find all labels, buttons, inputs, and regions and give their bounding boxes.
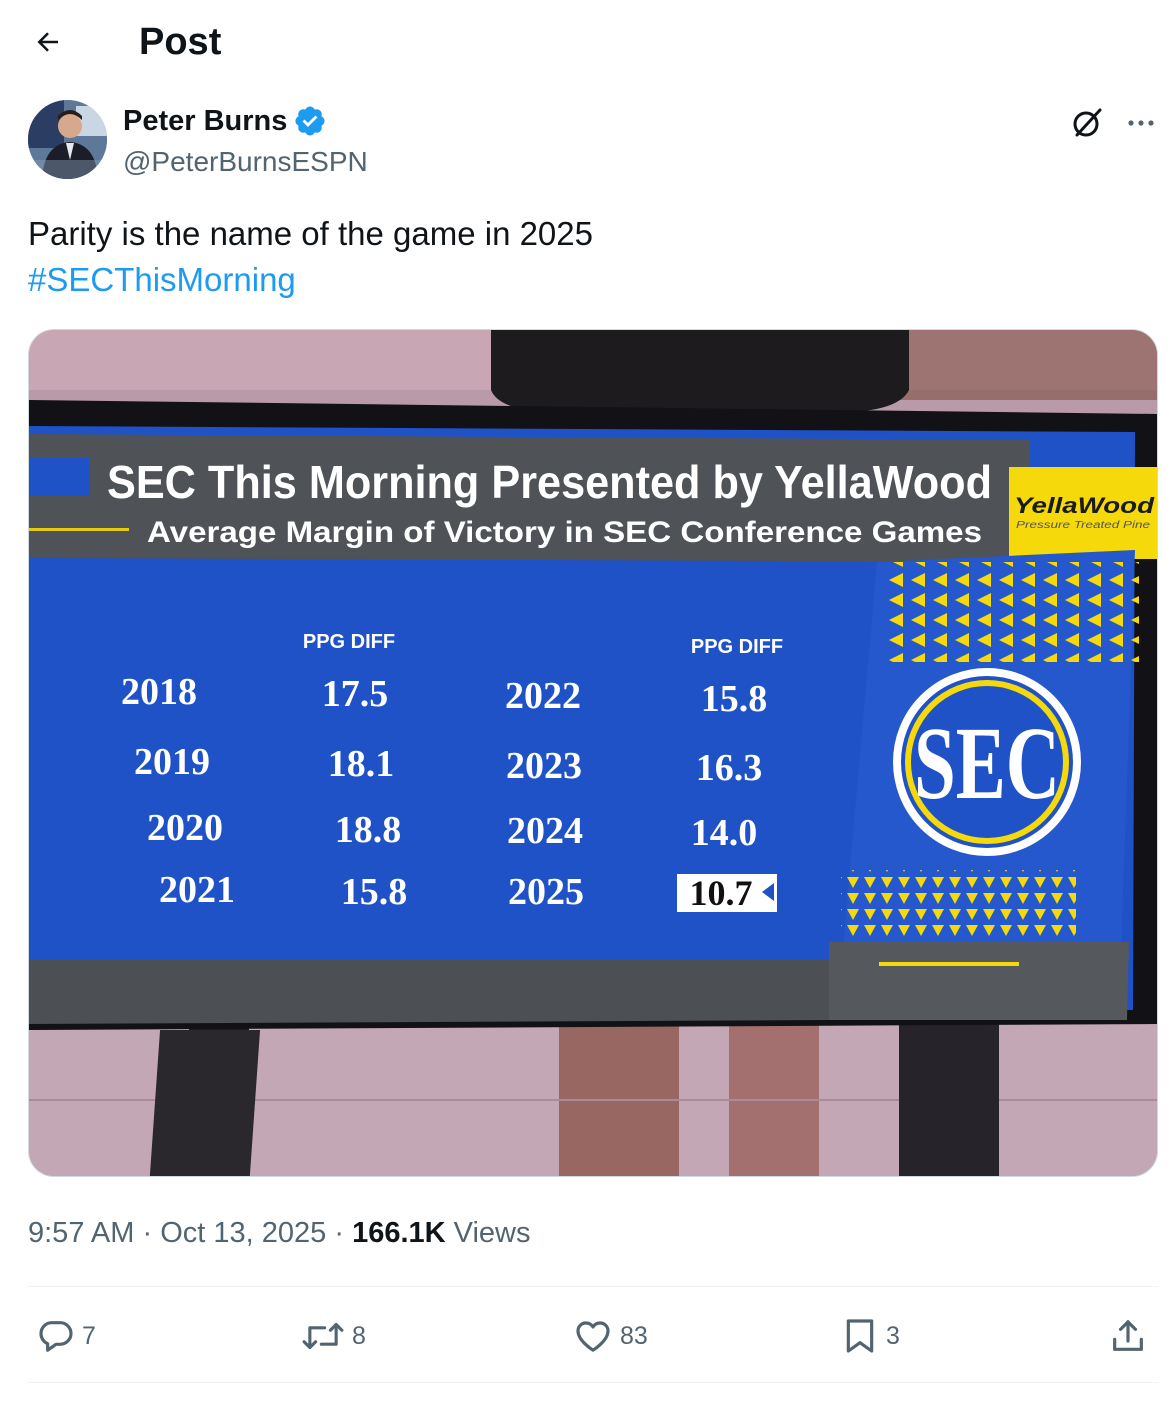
- heart-icon: [576, 1321, 610, 1352]
- reply-button[interactable]: 7: [36, 1313, 96, 1359]
- post-body: Parity is the name of the game in 2025: [28, 215, 593, 252]
- author-name[interactable]: Peter Burns: [123, 103, 327, 139]
- verified-badge-icon: [295, 106, 325, 136]
- column-header-right: PPG DIFF: [691, 636, 783, 658]
- bookmark-button[interactable]: 3: [840, 1313, 900, 1359]
- repost-button[interactable]: 8: [300, 1313, 366, 1359]
- author-name-text: Peter Burns: [123, 105, 288, 137]
- post-date[interactable]: Oct 13, 2025: [160, 1217, 326, 1249]
- year-cell: 2023: [506, 745, 582, 787]
- highlight-diff-cell: 10.7: [690, 873, 753, 913]
- diff-cell: 14.0: [691, 812, 758, 854]
- graphic-title: SEC This Morning Presented by YellaWood: [107, 456, 992, 508]
- year-cell: 2021: [159, 869, 235, 911]
- bookmark-icon: [846, 1319, 874, 1353]
- reply-count: 7: [82, 1321, 96, 1350]
- like-count: 83: [620, 1321, 648, 1350]
- share-icon: [1113, 1320, 1143, 1351]
- arrow-left-icon: [37, 32, 58, 52]
- more-horizontal-icon: [1128, 120, 1154, 126]
- views-count: 166.1K: [352, 1217, 446, 1249]
- diff-cell: 18.1: [328, 743, 395, 785]
- diff-cell: 15.8: [701, 678, 768, 720]
- repost-icon: [302, 1322, 344, 1350]
- diff-cell: 15.8: [341, 871, 408, 913]
- diff-cell: 18.8: [335, 809, 402, 851]
- graphic-subtitle: Average Margin of Victory in SEC Confere…: [147, 516, 982, 549]
- page-title: Post: [139, 21, 222, 63]
- diff-cell: 16.3: [696, 747, 763, 789]
- author-handle[interactable]: @PeterBurnsESPN: [123, 145, 368, 179]
- year-cell: 2022: [505, 675, 581, 717]
- year-cell: 2025: [508, 871, 584, 913]
- grok-icon: [1073, 108, 1102, 137]
- top-bar: Post: [0, 0, 1170, 86]
- sponsor-logo-text: YellaWood: [1014, 493, 1155, 518]
- post-text: Parity is the name of the game in 2025 #…: [28, 211, 1148, 303]
- diff-cell: 17.5: [322, 673, 389, 715]
- action-bar: 7 8 83 3: [0, 1305, 1170, 1367]
- column-header-left: PPG DIFF: [303, 631, 395, 653]
- sec-logo-text: SEC: [914, 706, 1060, 821]
- share-button[interactable]: [1108, 1313, 1148, 1359]
- year-cell: 2018: [121, 671, 197, 713]
- meta-separator: ·: [334, 1217, 344, 1249]
- divider: [28, 1286, 1158, 1287]
- post-image[interactable]: SEC This Morning Presented by YellaWood …: [28, 329, 1158, 1177]
- hashtag-link[interactable]: #SECThisMorning: [28, 257, 296, 303]
- post-meta: 9:57 AM · Oct 13, 2025 · 166.1K Views: [28, 1213, 530, 1253]
- avatar[interactable]: [28, 100, 107, 179]
- views-label: Views: [453, 1217, 531, 1249]
- sponsor-logo-tagline: Pressure Treated Pine: [1016, 520, 1151, 531]
- grok-button[interactable]: [1066, 102, 1108, 144]
- divider: [28, 1382, 1158, 1383]
- year-cell: 2020: [147, 807, 223, 849]
- meta-separator: ·: [142, 1217, 153, 1249]
- year-cell: 2024: [507, 810, 583, 852]
- reply-icon: [39, 1321, 73, 1352]
- year-cell: 2019: [134, 741, 210, 783]
- bookmark-count: 3: [886, 1321, 900, 1350]
- post-time[interactable]: 9:57 AM: [28, 1217, 134, 1249]
- back-button[interactable]: [26, 20, 70, 64]
- more-options-button[interactable]: [1120, 102, 1162, 144]
- repost-count: 8: [352, 1321, 366, 1350]
- like-button[interactable]: 83: [572, 1313, 648, 1359]
